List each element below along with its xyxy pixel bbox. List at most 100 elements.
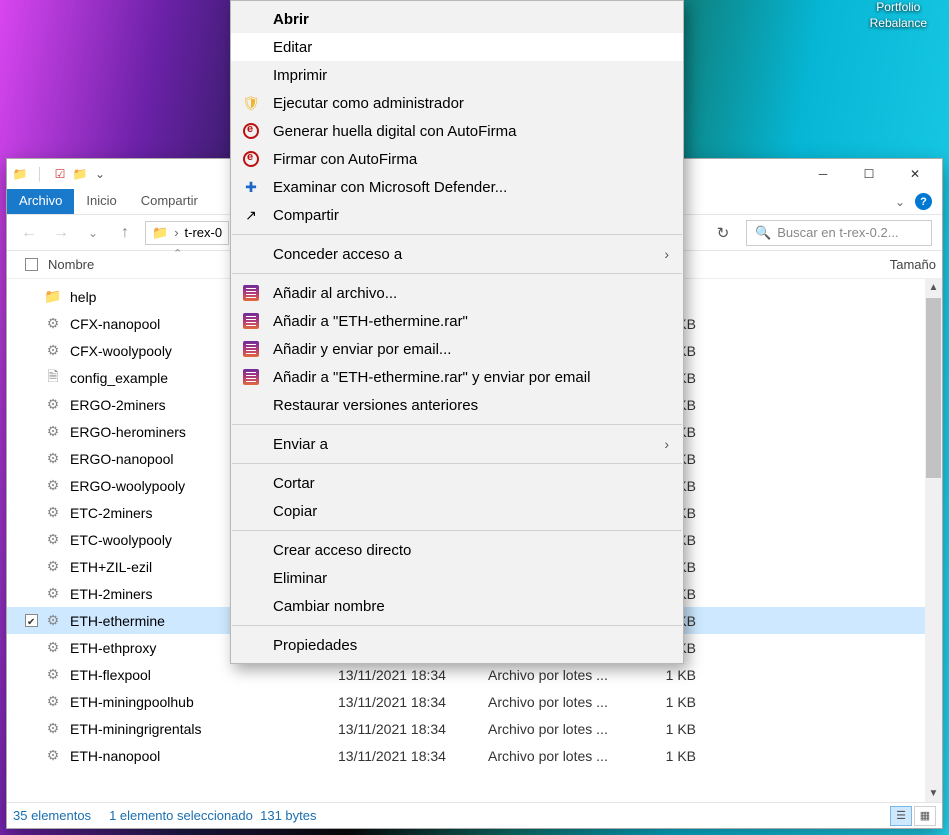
scroll-down-button[interactable]: ▼ <box>925 785 942 802</box>
nav-back-button[interactable]: ← <box>17 221 41 245</box>
context-menu: Abrir Editar Imprimir 🛡Ejecutar como adm… <box>230 0 684 664</box>
breadcrumb-folder-icon: 📁 <box>152 225 168 241</box>
blank-icon <box>241 9 261 29</box>
ctx-separator <box>232 234 682 235</box>
breadcrumb-segment[interactable]: t-rex-0 <box>185 225 223 240</box>
file-type: Archivo por lotes ... <box>488 667 646 683</box>
ctx-cambiar-nombre[interactable]: Cambiar nombre <box>231 592 683 620</box>
bat-icon: ⚙ <box>44 342 62 360</box>
ctx-conceder-acceso[interactable]: Conceder acceso a› <box>231 240 683 268</box>
breadcrumb-arrow-icon[interactable]: › <box>174 225 178 240</box>
minimize-button[interactable]: ─ <box>800 159 846 189</box>
file-row[interactable]: ⚙ETH-flexpool13/11/2021 18:34Archivo por… <box>7 661 925 688</box>
qat-dropdown-icon[interactable]: ⌄ <box>91 165 109 183</box>
ctx-restaurar-label: Restaurar versiones anteriores <box>273 397 669 414</box>
desktop-shortcut-label[interactable]: Portfolio Rebalance <box>870 0 927 31</box>
status-selection-text: 1 elemento seleccionado <box>109 808 253 823</box>
desktop-label-line1: Portfolio <box>876 0 920 14</box>
ctx-abrir[interactable]: Abrir <box>231 5 683 33</box>
column-header-size-label: Tamaño <box>890 257 936 272</box>
ctx-anadir-enviar[interactable]: Añadir y enviar por email... <box>231 335 683 363</box>
breadcrumb[interactable]: 📁 › t-rex-0 <box>145 221 229 245</box>
chevron-right-icon: › <box>664 436 669 452</box>
file-size: 1 KB <box>646 667 702 683</box>
ctx-firmar-label: Firmar con AutoFirma <box>273 151 669 168</box>
ctx-separator <box>232 463 682 464</box>
ctx-imprimir[interactable]: Imprimir <box>231 61 683 89</box>
bat-icon: ⚙ <box>44 477 62 495</box>
bat-icon: ⚙ <box>44 531 62 549</box>
folder-icon: 📁 <box>44 288 62 306</box>
ctx-eliminar[interactable]: Eliminar <box>231 564 683 592</box>
tab-archivo[interactable]: Archivo <box>7 189 74 214</box>
bat-icon: ⚙ <box>44 720 62 738</box>
scroll-thumb[interactable] <box>926 298 941 478</box>
nav-up-button[interactable]: ↑ <box>113 221 137 245</box>
qat-folder-icon[interactable]: 📁 <box>71 165 89 183</box>
ribbon-collapse-icon[interactable]: ⌄ <box>895 195 905 209</box>
ctx-restaurar[interactable]: Restaurar versiones anteriores <box>231 391 683 419</box>
refresh-button[interactable]: ↻ <box>708 221 738 245</box>
ctx-ejecutar-admin[interactable]: 🛡Ejecutar como administrador <box>231 89 683 117</box>
column-header-size[interactable]: Tamaño <box>874 257 942 272</box>
ctx-gen-huella[interactable]: Generar huella digital con AutoFirma <box>231 117 683 145</box>
view-details-button[interactable]: ☰ <box>890 806 912 826</box>
ctx-eliminar-label: Eliminar <box>273 570 669 587</box>
bat-icon: ⚙ <box>44 612 62 630</box>
ctx-enviar-a[interactable]: Enviar a› <box>231 430 683 458</box>
blank-icon <box>241 434 261 454</box>
winrar-icon <box>241 283 261 303</box>
file-name: ETH-miningpoolhub <box>70 694 338 710</box>
nav-forward-button[interactable]: → <box>49 221 73 245</box>
row-checkbox[interactable] <box>25 614 38 627</box>
ctx-cortar[interactable]: Cortar <box>231 469 683 497</box>
close-button[interactable]: ✕ <box>892 159 938 189</box>
ctx-anadir-ethermine-enviar[interactable]: Añadir a "ETH-ethermine.rar" y enviar po… <box>231 363 683 391</box>
nav-recent-dropdown[interactable]: ⌄ <box>81 221 105 245</box>
blank-icon <box>241 473 261 493</box>
ctx-crear-acceso[interactable]: Crear acceso directo <box>231 536 683 564</box>
file-row[interactable]: ⚙ETH-miningpoolhub13/11/2021 18:34Archiv… <box>7 688 925 715</box>
bat-icon: ⚙ <box>44 639 62 657</box>
tab-inicio[interactable]: Inicio <box>74 189 128 214</box>
blank-icon <box>241 37 261 57</box>
help-icon[interactable]: ? <box>915 193 932 210</box>
bat-icon: ⚙ <box>44 747 62 765</box>
file-size: 1 KB <box>646 721 702 737</box>
ctx-anadir-ethermine[interactable]: Añadir a "ETH-ethermine.rar" <box>231 307 683 335</box>
file-size: 1 KB <box>646 748 702 764</box>
status-selection-bytes: 131 bytes <box>260 808 316 823</box>
file-row[interactable]: ⚙ETH-nanopool13/11/2021 18:34Archivo por… <box>7 742 925 769</box>
vertical-scrollbar[interactable]: ▲ ▼ <box>925 279 942 802</box>
status-bar: 35 elementos 1 elemento seleccionado 131… <box>7 802 942 828</box>
ctx-editar[interactable]: Editar <box>231 33 683 61</box>
file-row[interactable]: ⚙ETH-miningrigrentals13/11/2021 18:34Arc… <box>7 715 925 742</box>
ctx-anadir-ethermine-enviar-label: Añadir a "ETH-ethermine.rar" y enviar po… <box>273 369 669 386</box>
select-all-checkbox[interactable] <box>25 258 38 271</box>
ctx-anadir-archivo[interactable]: Añadir al archivo... <box>231 279 683 307</box>
ctx-copiar[interactable]: Copiar <box>231 497 683 525</box>
search-input[interactable]: 🔍 Buscar en t-rex-0.2... <box>746 220 932 246</box>
blank-icon <box>241 501 261 521</box>
ctx-abrir-label: Abrir <box>273 11 669 28</box>
ctx-defender[interactable]: ✚Examinar con Microsoft Defender... <box>231 173 683 201</box>
ctx-separator <box>232 273 682 274</box>
file-name: ETH-nanopool <box>70 748 338 764</box>
tab-compartir-label: Compartir <box>141 193 198 208</box>
folder-icon: 📁 <box>11 165 29 183</box>
bat-icon: ⚙ <box>44 585 62 603</box>
ctx-propiedades[interactable]: Propiedades <box>231 631 683 659</box>
ctx-separator <box>232 530 682 531</box>
ctx-compartir[interactable]: ↗Compartir <box>231 201 683 229</box>
ctx-separator <box>232 424 682 425</box>
qat-select-icon[interactable]: ☑ <box>51 165 69 183</box>
bat-icon: ⚙ <box>44 315 62 333</box>
ctx-firmar[interactable]: Firmar con AutoFirma <box>231 145 683 173</box>
ctx-compartir-label: Compartir <box>273 207 669 224</box>
winrar-icon <box>241 311 261 331</box>
tab-compartir[interactable]: Compartir <box>129 189 210 214</box>
blank-icon <box>241 635 261 655</box>
maximize-button[interactable]: ☐ <box>846 159 892 189</box>
scroll-up-button[interactable]: ▲ <box>925 279 942 296</box>
view-icons-button[interactable]: ▦ <box>914 806 936 826</box>
